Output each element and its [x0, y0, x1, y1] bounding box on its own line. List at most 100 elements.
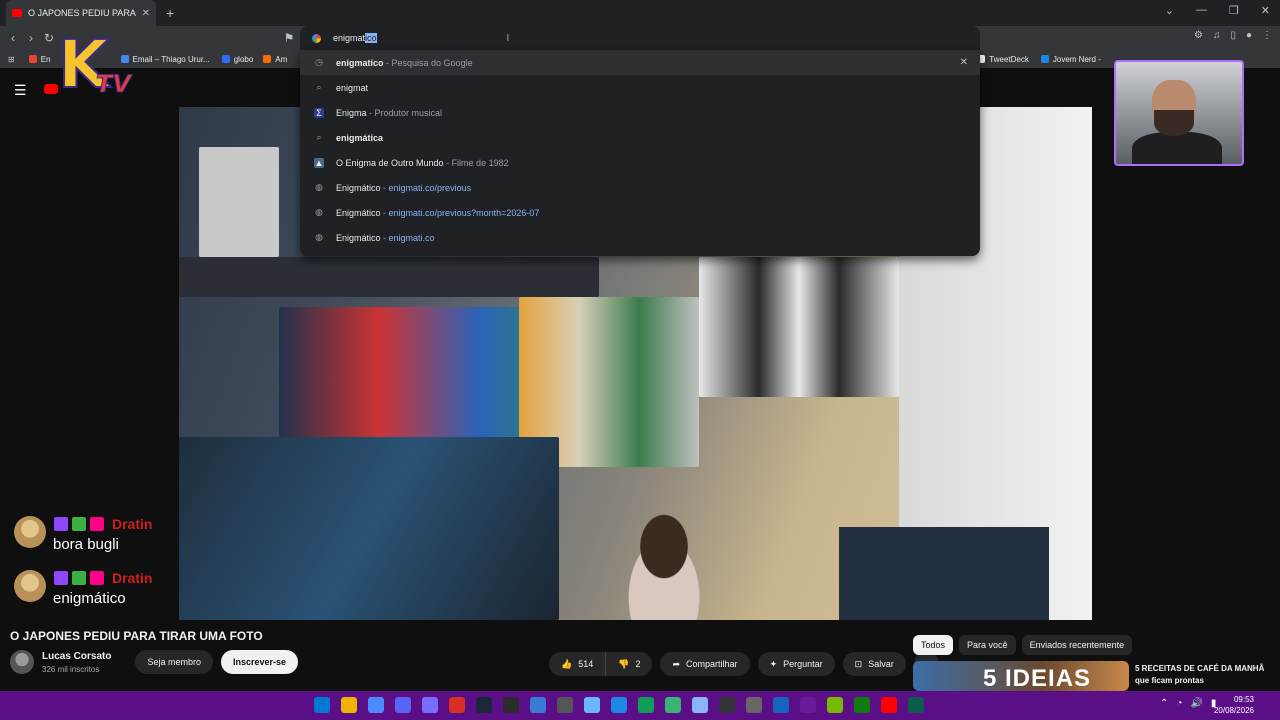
product-pack	[199, 147, 279, 257]
subscribe-button[interactable]: Inscrever-se	[221, 650, 299, 674]
back-icon[interactable]: ‹	[4, 31, 22, 45]
bookmark-item[interactable]: En	[28, 55, 51, 64]
menu-icon[interactable]: ⋮	[1262, 30, 1272, 41]
channel-info: Lucas Corsato 326 mil inscritos Seja mem…	[10, 650, 299, 674]
ask-button[interactable]: ✦ Perguntar	[757, 652, 835, 676]
taskbar-app-icon[interactable]	[341, 697, 357, 713]
recommended-video[interactable]: 5 IDEIAS 5 RECEITAS DE CAFÉ DA MANHÃ que…	[913, 661, 1273, 691]
history-icon: ◷	[315, 57, 323, 67]
taskbar-app-icon[interactable]	[827, 697, 843, 713]
close-suggestion-icon[interactable]: ✕	[960, 57, 968, 68]
taskbar-app-icon[interactable]	[395, 697, 411, 713]
taskbar-app-icon[interactable]	[557, 697, 573, 713]
suggestion-item[interactable]: Σ Enigma - Produtor musical	[300, 100, 980, 125]
bookmark-item[interactable]: Am	[263, 55, 287, 64]
recommendation-filters: Todos Para você Enviados recentemente	[913, 635, 1133, 655]
reload-icon[interactable]: ↻	[40, 31, 58, 45]
bookmark-star-icon[interactable]: ⚑	[280, 31, 298, 45]
taskbar-app-icon[interactable]	[638, 697, 654, 713]
subscriber-count: 326 mil inscritos	[42, 664, 100, 674]
taskbar-app-icon[interactable]	[422, 697, 438, 713]
filter-chip[interactable]: Enviados recentemente	[1021, 635, 1133, 655]
globe-icon: ◍	[315, 207, 323, 217]
apps-grid-icon[interactable]: ⊞	[8, 55, 15, 64]
extension-icon[interactable]: ⚙	[1194, 30, 1203, 41]
network-icon[interactable]: ◔	[1176, 698, 1182, 709]
suggestion-item[interactable]: ◷ enigmatico - Pesquisa do Google	[300, 50, 980, 75]
tab-youtube[interactable]: O JAPONES PEDIU PARA TIRAR U ✕	[6, 0, 156, 26]
youtube-favicon-icon	[12, 9, 22, 17]
dislike-button[interactable]: 👎 2	[605, 652, 653, 676]
profile-icon[interactable]: ●	[1246, 30, 1252, 41]
taskbar-app-icon[interactable]	[584, 697, 600, 713]
browser-toolbar: ‹ › ↻ ⚑ enigmat ico I ⚙ ♫ ▯ ● ⋮	[0, 26, 1280, 50]
window-controls: ⌄ — ❐ ✕	[1165, 4, 1270, 17]
channel-avatar[interactable]	[10, 650, 34, 674]
suggestion-item[interactable]: ⌕ enigmática	[300, 125, 980, 150]
suggestion-item[interactable]: ⌕ enigmat	[300, 75, 980, 100]
chat-username: Dratin	[112, 570, 153, 586]
share-button[interactable]: ➦ Compartilhar	[660, 652, 750, 676]
sidepanel-icon[interactable]: ▯	[1230, 30, 1236, 41]
taskbar-app-icon[interactable]	[692, 697, 708, 713]
bookmark-item[interactable]: globo	[221, 55, 253, 64]
taskbar-app-icon[interactable]	[503, 697, 519, 713]
bookmark-item[interactable]: Jovem Nerd -	[1040, 55, 1101, 64]
sub-badge-icon	[72, 517, 86, 531]
taskbar-app-icon[interactable]	[881, 697, 897, 713]
taskbar-app-icon[interactable]	[665, 697, 681, 713]
taskbar-app-icon[interactable]	[476, 697, 492, 713]
join-button[interactable]: Seja membro	[135, 650, 213, 674]
jovem-nerd-icon	[1040, 55, 1049, 63]
thumbs-down-icon: 👎	[618, 658, 630, 669]
taskbar-app-icon[interactable]	[800, 697, 816, 713]
taskbar-app-icon[interactable]	[368, 697, 384, 713]
suggestion-item[interactable]: ◍ Enigmático - enigmati.co/previous?mont…	[300, 200, 980, 225]
suggestion-item[interactable]: ◍ Enigmático - enigmati.co	[300, 225, 980, 250]
channel-name[interactable]: Lucas Corsato	[42, 651, 111, 662]
movie-icon: ▲	[314, 157, 324, 168]
tab-strip: O JAPONES PEDIU PARA TIRAR U ✕ + ⌄ — ❐ ✕	[0, 0, 1280, 26]
new-tab-button[interactable]: +	[166, 5, 174, 21]
suggestion-item[interactable]: ◍ Enigmático - enigmati.co/previous	[300, 175, 980, 200]
menu-hamburger-icon[interactable]: ☰	[14, 82, 27, 99]
minimize-icon[interactable]: —	[1196, 4, 1207, 17]
chat-text: bora bugli	[53, 536, 119, 553]
maximize-icon[interactable]: ❐	[1229, 4, 1239, 17]
tab-search-icon[interactable]: ⌄	[1165, 4, 1174, 17]
save-button[interactable]: ⊡ Salvar	[842, 652, 906, 676]
taskbar-app-icon[interactable]	[314, 697, 330, 713]
address-bar[interactable]: enigmat ico I	[300, 26, 980, 50]
bookmark-icon: ⊡	[854, 658, 863, 669]
taskbar-app-icon[interactable]	[449, 697, 465, 713]
media-icon[interactable]: ♫	[1213, 30, 1221, 41]
system-tray: ⌃ ◔ 🔊 ▮	[1160, 698, 1216, 709]
streamer-webcam	[1114, 60, 1244, 166]
filter-chip[interactable]: Para você	[959, 635, 1016, 655]
close-tab-icon[interactable]: ✕	[142, 8, 150, 19]
search-icon: ⌕	[316, 132, 322, 142]
youtube-logo-icon[interactable]	[44, 84, 58, 94]
taskbar-app-icon[interactable]	[773, 697, 789, 713]
taskbar-app-icon[interactable]	[611, 697, 627, 713]
tab-title: O JAPONES PEDIU PARA TIRAR U	[28, 8, 136, 18]
extension-icons: ⚙ ♫ ▯ ● ⋮	[1194, 30, 1272, 41]
taskbar-app-icon[interactable]	[908, 697, 924, 713]
video-title: O JAPONES PEDIU PARA TIRAR UMA FOTO	[10, 629, 263, 643]
clock[interactable]: 09:53 20/08/2026	[1214, 694, 1254, 716]
close-window-icon[interactable]: ✕	[1261, 4, 1270, 17]
taskbar-app-icon[interactable]	[719, 697, 735, 713]
taskbar-app-icon[interactable]	[854, 697, 870, 713]
like-button[interactable]: 👍 514	[549, 652, 606, 676]
google-icon	[312, 33, 321, 43]
lower-shelf	[179, 437, 559, 620]
filter-chip[interactable]: Todos	[913, 635, 954, 655]
tray-chevron-icon[interactable]: ⌃	[1160, 698, 1168, 709]
taskbar-app-icon[interactable]	[746, 697, 762, 713]
taskbar-app-icon[interactable]	[530, 697, 546, 713]
suggestion-item[interactable]: ▲ O Enigma de Outro Mundo - Filme de 198…	[300, 150, 980, 175]
omnibox-typed: enigmat	[333, 33, 366, 43]
volume-icon[interactable]: 🔊	[1190, 698, 1202, 709]
bookmark-item[interactable]: TweetDeck	[977, 55, 1029, 64]
forward-icon[interactable]: ›	[22, 31, 40, 45]
